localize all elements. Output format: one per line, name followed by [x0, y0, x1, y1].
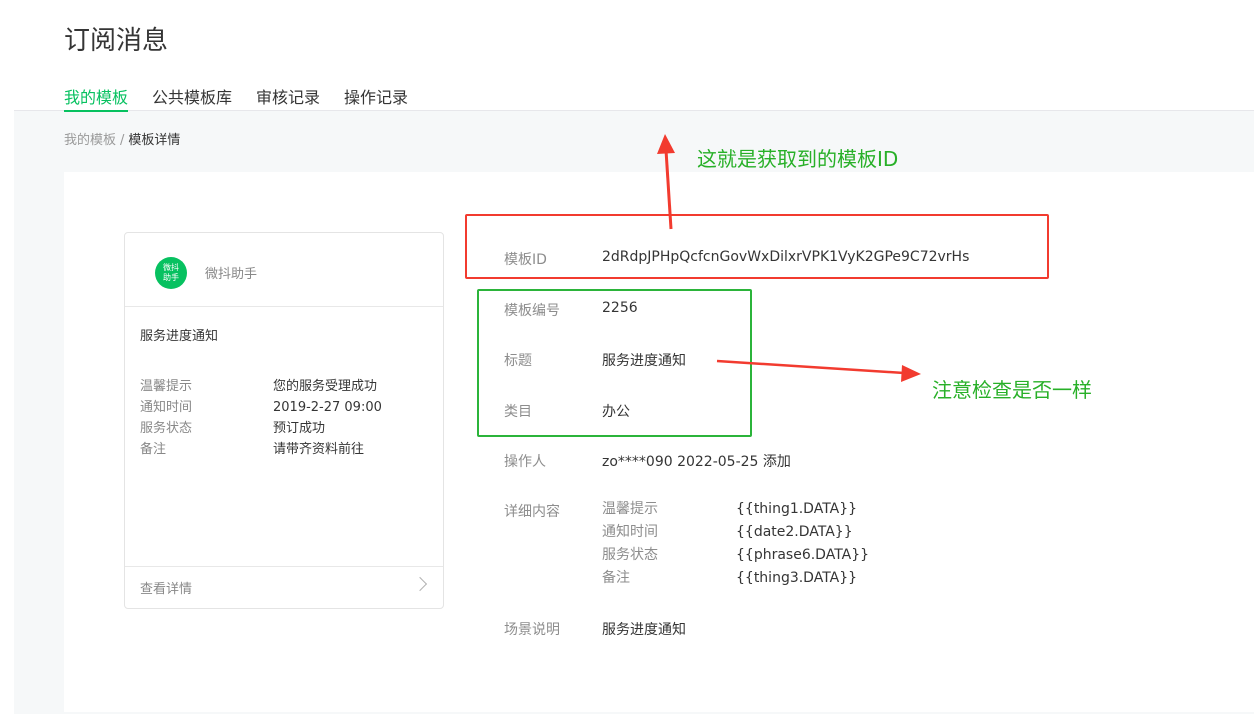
up-arrow-head — [657, 134, 675, 154]
check-annotation: 注意检查是否一样 — [932, 378, 1092, 402]
annotation-arrows — [657, 134, 921, 382]
right-arrow-shaft — [716, 359, 905, 375]
up-arrow-shaft — [664, 149, 673, 230]
right-arrow-head — [901, 365, 921, 382]
template-id-annotation: 这就是获取到的模板ID — [697, 147, 899, 171]
